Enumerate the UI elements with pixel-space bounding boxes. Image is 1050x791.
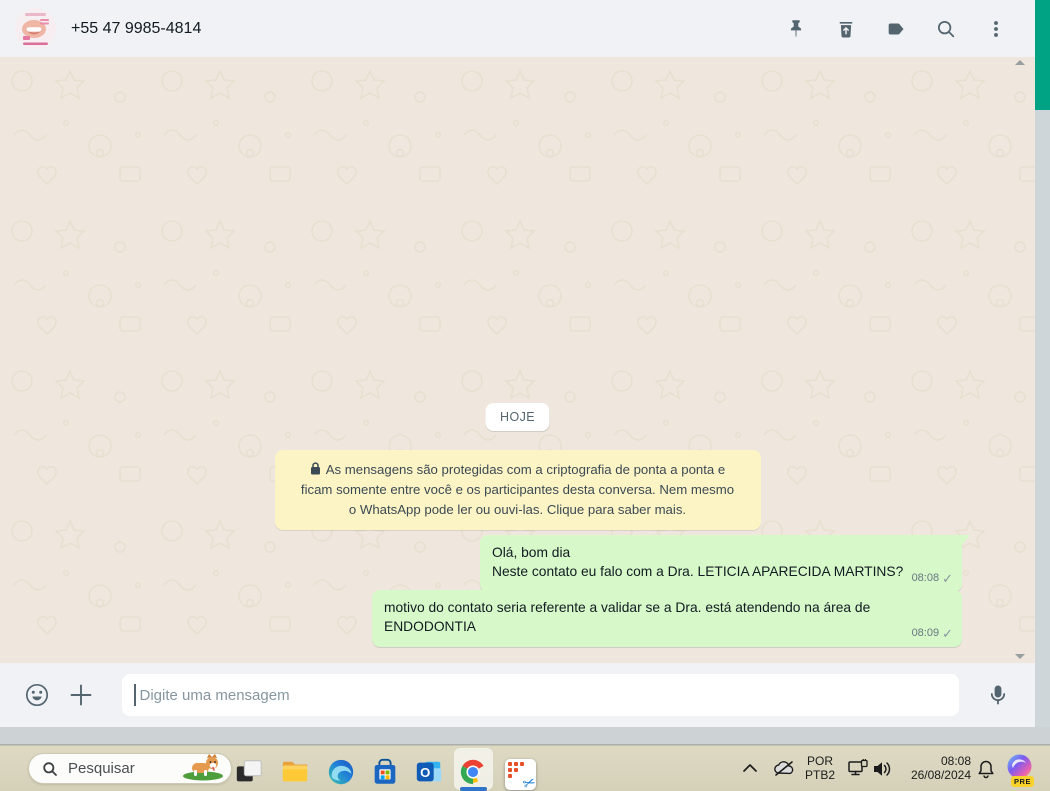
message-composer: Digite uma mensagem: [0, 663, 1035, 727]
trash-icon[interactable]: [835, 18, 857, 40]
attach-plus-icon[interactable]: [68, 682, 94, 708]
tray-chevron-up-icon[interactable]: [742, 762, 758, 774]
clock-time: 08:08: [940, 754, 971, 768]
microsoft-store-icon[interactable]: [370, 757, 400, 787]
message-input[interactable]: Digite uma mensagem: [122, 674, 959, 716]
date-divider: HOJE: [485, 403, 550, 431]
windows-taskbar: Pesquisar O ✂ POR PTB2 08:08 26/08/2024 …: [0, 745, 1050, 791]
file-explorer-icon[interactable]: [280, 757, 310, 787]
message-time: 08:09: [911, 627, 940, 639]
avatar-image: [15, 8, 56, 49]
clock-date: 26/08/2024: [910, 768, 971, 782]
keyboard-layout: PTB2: [804, 768, 835, 782]
chrome-icon[interactable]: [458, 757, 488, 787]
svg-text:O: O: [420, 765, 430, 780]
window-scrollbar-track[interactable]: [1035, 0, 1050, 727]
encryption-notice-text: As mensagens são protegidas com a cripto…: [300, 462, 735, 517]
outgoing-message[interactable]: Olá, bom dia Neste contato eu falo com a…: [480, 535, 970, 592]
input-placeholder: Digite uma mensagem: [139, 686, 290, 704]
message-meta: 08:09 ✓: [912, 624, 953, 643]
outlook-icon[interactable]: O: [414, 757, 444, 787]
message-text: Neste contato eu falo com a Dra. LETICIA…: [492, 564, 904, 579]
search-placeholder: Pesquisar: [68, 760, 135, 777]
volume-icon[interactable]: [872, 759, 894, 779]
language-code: POR: [806, 754, 833, 768]
contact-avatar[interactable]: [15, 8, 56, 49]
message-time: 08:08: [911, 572, 940, 584]
message-meta: 08:08 ✓: [912, 569, 953, 588]
sent-tick-icon: ✓: [942, 571, 953, 586]
search-icon: [43, 761, 57, 776]
desktop-edge-strip: [0, 727, 1050, 745]
contact-name[interactable]: +55 47 9985-4814: [71, 20, 201, 38]
header-actions: [785, 18, 1007, 40]
search-dog-icon: [183, 754, 223, 781]
notifications-bell-icon[interactable]: [976, 759, 996, 779]
whatsapp-window: +55 47 9985-4814 HOJE As mensagens são p…: [0, 0, 1050, 791]
microphone-icon[interactable]: [985, 682, 1011, 708]
tray-language-indicator[interactable]: POR PTB2: [799, 754, 841, 782]
chat-area: HOJE As mensagens são protegidas com a c…: [0, 57, 1035, 663]
chrome-active-indicator: [460, 787, 487, 791]
taskbar-search-box[interactable]: Pesquisar: [28, 753, 232, 784]
message-text: ENDODONTIA: [384, 619, 476, 634]
tray-clock[interactable]: 08:08 26/08/2024: [893, 754, 971, 782]
chat-header: +55 47 9985-4814: [0, 0, 1035, 57]
scissors-icon: ✂: [520, 772, 539, 791]
encryption-notice-banner[interactable]: As mensagens são protegidas com a cripto…: [274, 450, 761, 530]
network-icon[interactable]: [847, 759, 869, 779]
emoji-icon[interactable]: [24, 682, 50, 708]
onedrive-paused-icon[interactable]: [772, 759, 796, 779]
lock-icon: [310, 462, 320, 475]
message-text: Olá, bom dia: [492, 545, 571, 560]
pin-icon[interactable]: [785, 18, 807, 40]
edge-browser-icon[interactable]: [326, 757, 356, 787]
sent-tick-icon: ✓: [942, 626, 953, 641]
label-icon[interactable]: [885, 18, 907, 40]
task-view-icon[interactable]: [234, 757, 264, 787]
chat-scroll-down-arrow[interactable]: [1013, 652, 1027, 660]
copilot-pre-badge: PRE: [1011, 776, 1034, 787]
search-icon[interactable]: [935, 18, 957, 40]
chat-scroll-up-arrow[interactable]: [1013, 59, 1027, 67]
outgoing-message[interactable]: motivo do contato seria referente a vali…: [372, 590, 962, 647]
text-caret: [134, 684, 136, 706]
menu-kebab-icon[interactable]: [985, 18, 1007, 40]
snipping-tool-overlay[interactable]: ✂: [505, 759, 539, 791]
message-text: motivo do contato seria referente a vali…: [384, 600, 871, 615]
window-scrollbar-thumb[interactable]: [1035, 0, 1050, 110]
